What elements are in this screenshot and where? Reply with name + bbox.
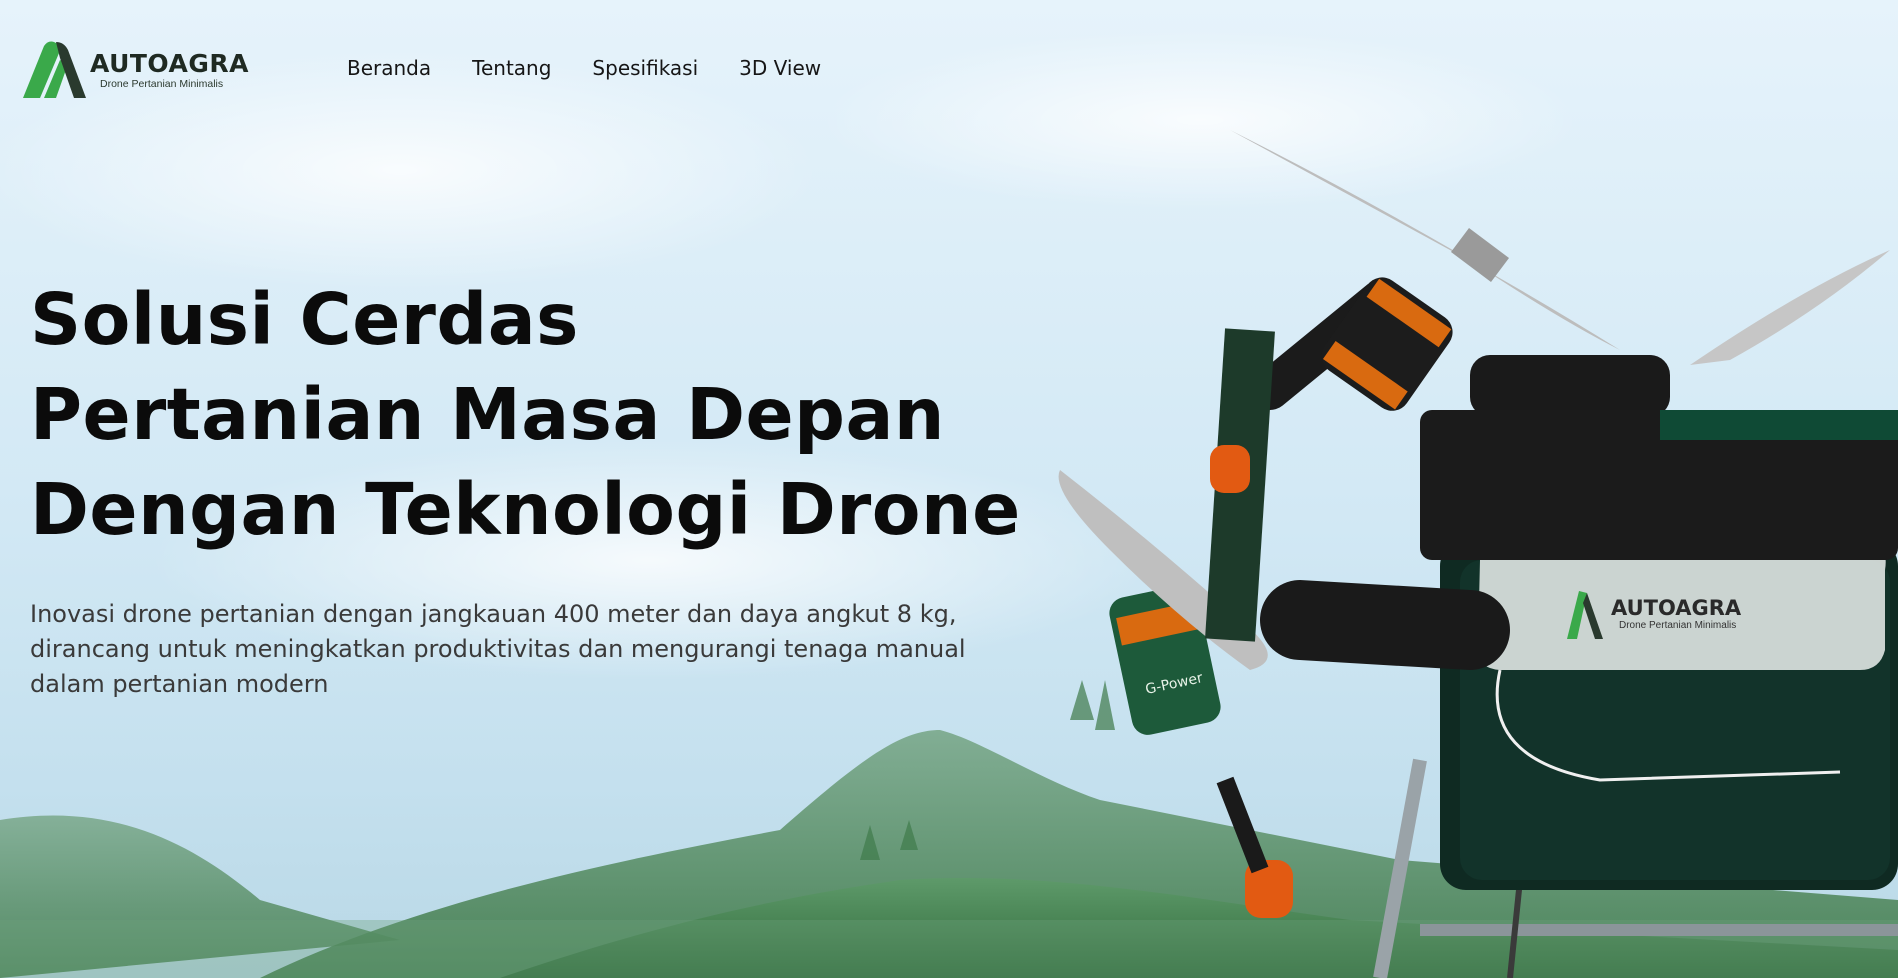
- nav-item-spesifikasi[interactable]: Spesifikasi: [592, 56, 698, 80]
- hero-title-line-1: Solusi Cerdas: [30, 278, 579, 361]
- nav-item-tentang[interactable]: Tentang: [472, 56, 551, 80]
- brand-tagline: Drone Pertanian Minimalis: [100, 77, 224, 90]
- main-nav: Beranda Tentang Spesifikasi 3D View: [347, 56, 862, 80]
- autoagra-logo-icon: [23, 41, 86, 98]
- brand-text: AUTOAGRA Drone Pertanian Minimalis: [90, 48, 249, 90]
- top-navbar: AUTOAGRA Drone Pertanian Minimalis Beran…: [0, 0, 1898, 140]
- drone-logo-name: AUTOAGRA: [1611, 595, 1742, 620]
- brand-name: AUTOAGRA: [90, 48, 249, 78]
- drone-logo-icon: [1567, 591, 1603, 639]
- nav-item-beranda[interactable]: Beranda: [347, 56, 431, 80]
- nav-item-3d-view[interactable]: 3D View: [739, 56, 821, 80]
- hero-section: Solusi Cerdas Pertanian Masa Depan Denga…: [30, 272, 1050, 702]
- hero-description: Inovasi drone pertanian dengan jangkauan…: [30, 600, 966, 698]
- hero-title: Solusi Cerdas Pertanian Masa Depan Denga…: [30, 272, 1050, 557]
- drone-logo-tagline: Drone Pertanian Minimalis: [1619, 619, 1737, 631]
- hero-title-line-2: Pertanian Masa Depan: [30, 373, 945, 456]
- drone-body-logo: AUTOAGRA Drone Pertanian Minimalis: [1565, 585, 1741, 641]
- brand-logo[interactable]: AUTOAGRA Drone Pertanian Minimalis: [20, 40, 260, 100]
- hero-title-line-3: Dengan Teknologi Drone: [30, 468, 1021, 551]
